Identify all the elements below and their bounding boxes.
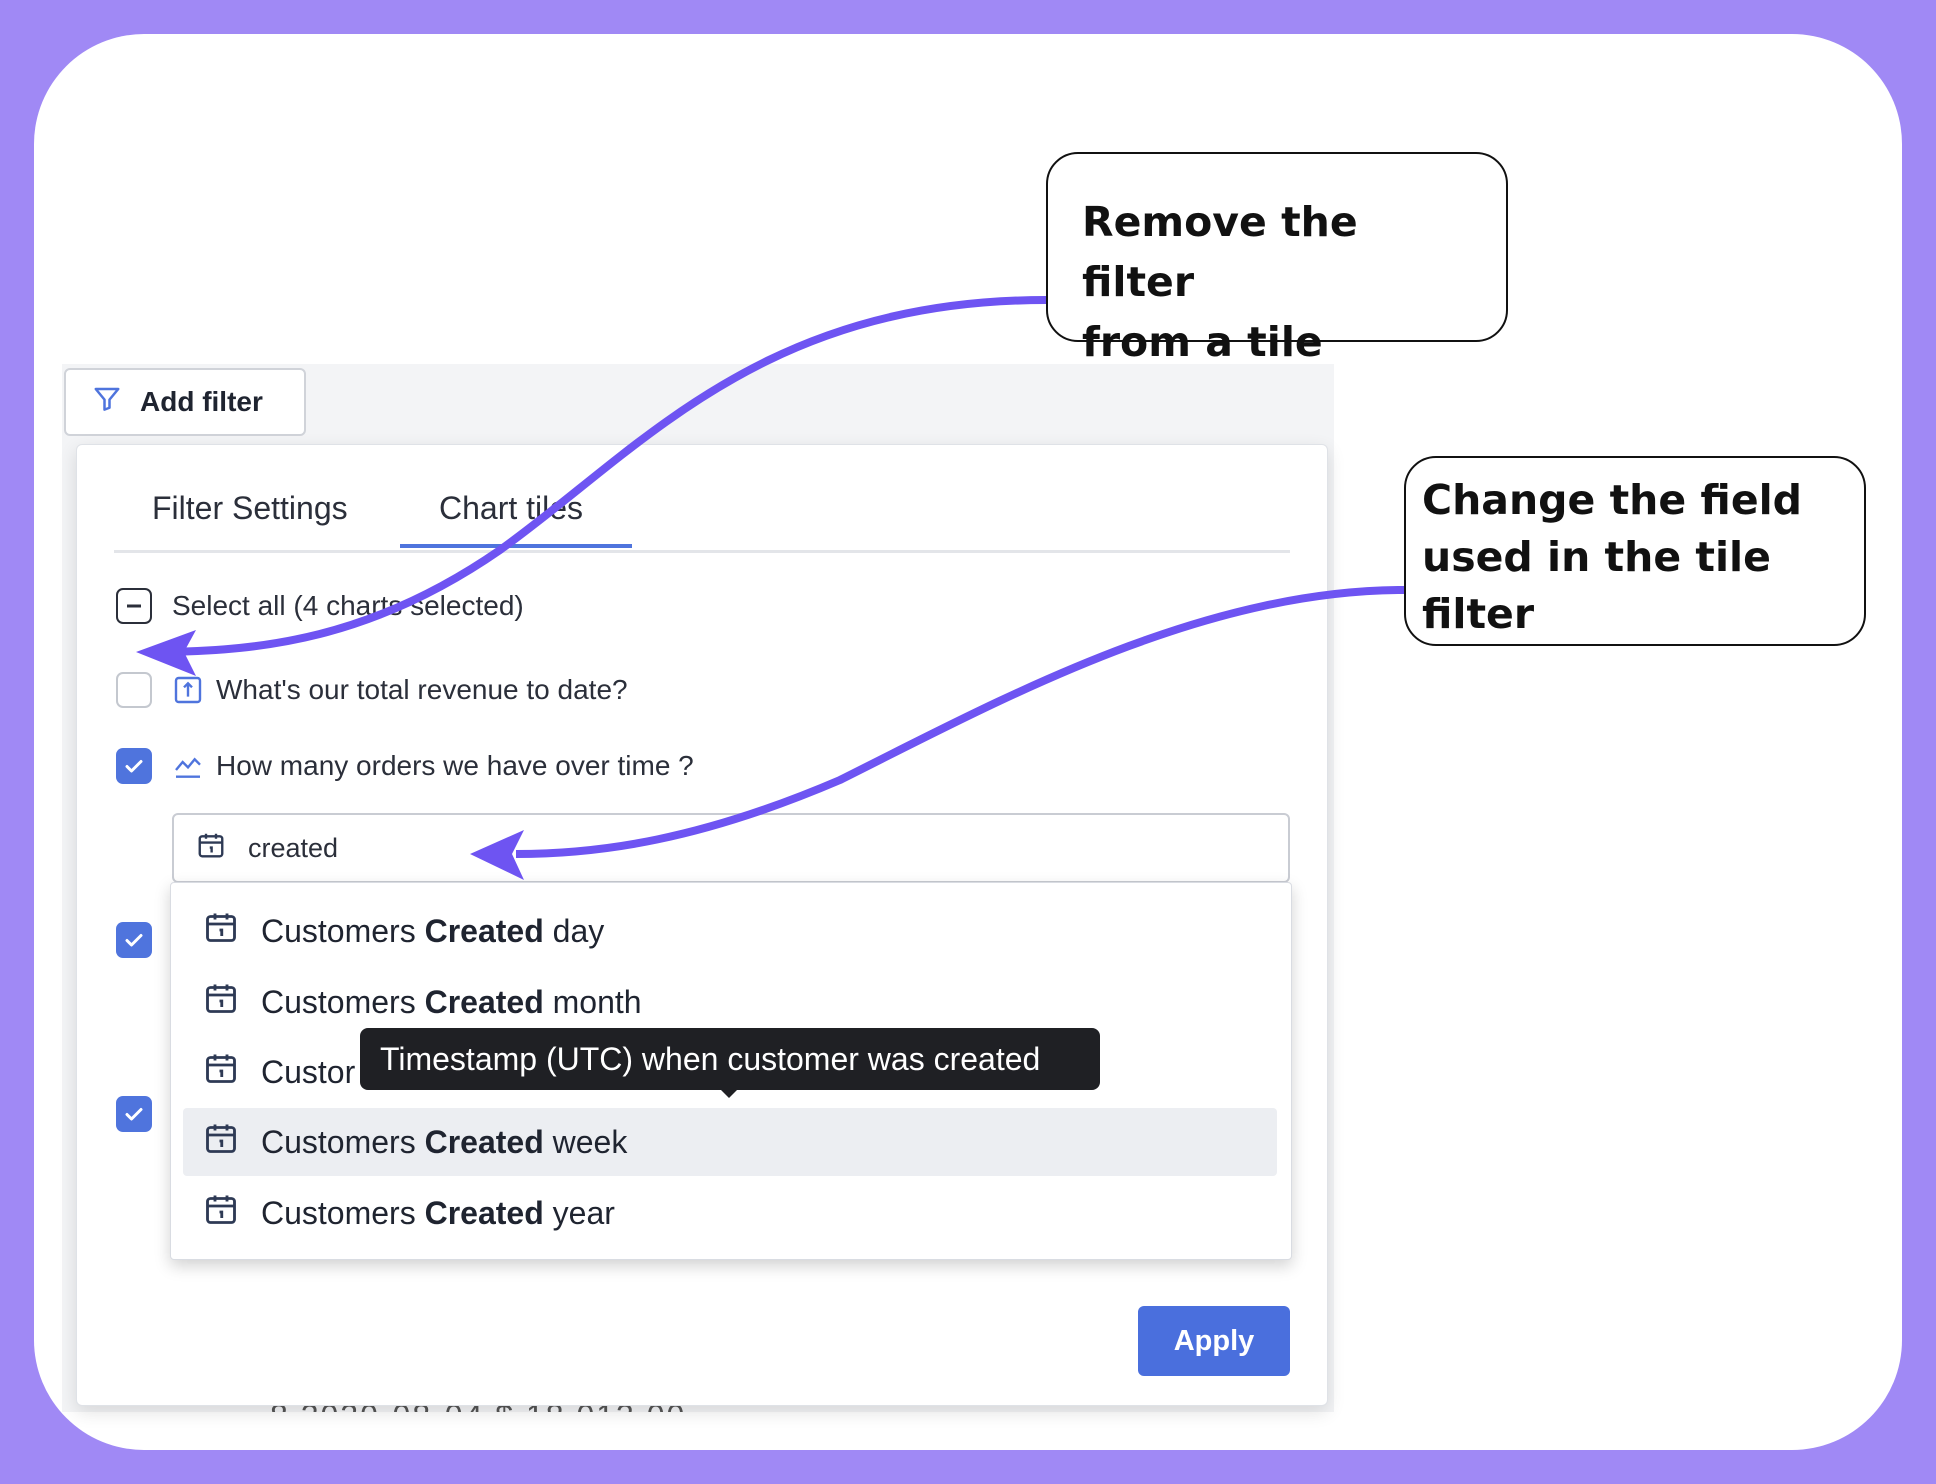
- tile-checkbox-revenue[interactable]: [116, 672, 152, 708]
- tab-chart-tiles[interactable]: Chart tiles: [439, 490, 583, 527]
- callout-line: Change the field: [1422, 476, 1803, 524]
- calendar-icon: [203, 909, 239, 953]
- option-created-month[interactable]: Customers Created month: [183, 968, 1277, 1036]
- option-label: Customers Created month: [261, 983, 642, 1020]
- option-label: Customers Created week: [261, 1123, 628, 1160]
- option-label: Custor: [261, 1053, 356, 1090]
- option-created-week[interactable]: Customers Created week: [183, 1108, 1277, 1176]
- add-filter-button[interactable]: Add filter: [64, 368, 306, 436]
- option-label: Customers Created year: [261, 1194, 615, 1231]
- calendar-icon: [203, 1120, 239, 1164]
- tile-checkbox-4[interactable]: [116, 1096, 152, 1132]
- callout-line: filter: [1422, 590, 1535, 638]
- calendar-icon: [203, 1050, 239, 1094]
- callout-line: used in the tile: [1422, 533, 1771, 581]
- callout-line: Remove the filter: [1082, 198, 1358, 306]
- active-tab-indicator: [400, 544, 632, 548]
- tile-checkbox-orders[interactable]: [116, 748, 152, 784]
- filter-icon: [92, 384, 122, 421]
- option-created-year[interactable]: Customers Created year: [183, 1179, 1277, 1247]
- field-search-value: created: [248, 832, 339, 863]
- tile-checkbox-3[interactable]: [116, 922, 152, 958]
- calendar-icon: [196, 830, 226, 867]
- tile-label-revenue: What's our total revenue to date?: [216, 674, 628, 705]
- callout-remove-filter: Remove the filter from a tile: [1046, 152, 1508, 366]
- tab-filter-settings[interactable]: Filter Settings: [152, 490, 348, 527]
- line-chart-icon: [172, 750, 204, 782]
- big-number-icon: [172, 674, 204, 706]
- option-label: Customers Created day: [261, 912, 605, 949]
- add-filter-label: Add filter: [140, 386, 263, 417]
- calendar-icon: [203, 980, 239, 1024]
- apply-button[interactable]: Apply: [1138, 1306, 1290, 1376]
- tile-row-orders[interactable]: How many orders we have over time ?: [116, 748, 694, 784]
- option-created-day[interactable]: Customers Created day: [183, 897, 1277, 965]
- callout-change-field: Change the field used in the tile filter: [1404, 456, 1866, 646]
- calendar-icon: [203, 1191, 239, 1235]
- tile-field-select[interactable]: created: [172, 813, 1290, 883]
- tooltip-arrow: [720, 1089, 738, 1098]
- filter-tabs: Filter Settings Chart tiles: [114, 472, 1290, 553]
- field-description-tooltip: Timestamp (UTC) when customer was create…: [360, 1028, 1100, 1090]
- tile-row-revenue[interactable]: What's our total revenue to date?: [116, 672, 628, 708]
- select-all-label: Select all (4 charts selected): [172, 590, 524, 621]
- callout-line: from a tile: [1082, 318, 1323, 366]
- select-all-row[interactable]: Select all (4 charts selected): [116, 588, 524, 624]
- select-all-checkbox[interactable]: [116, 588, 152, 624]
- tile-label-orders: How many orders we have over time ?: [216, 750, 694, 781]
